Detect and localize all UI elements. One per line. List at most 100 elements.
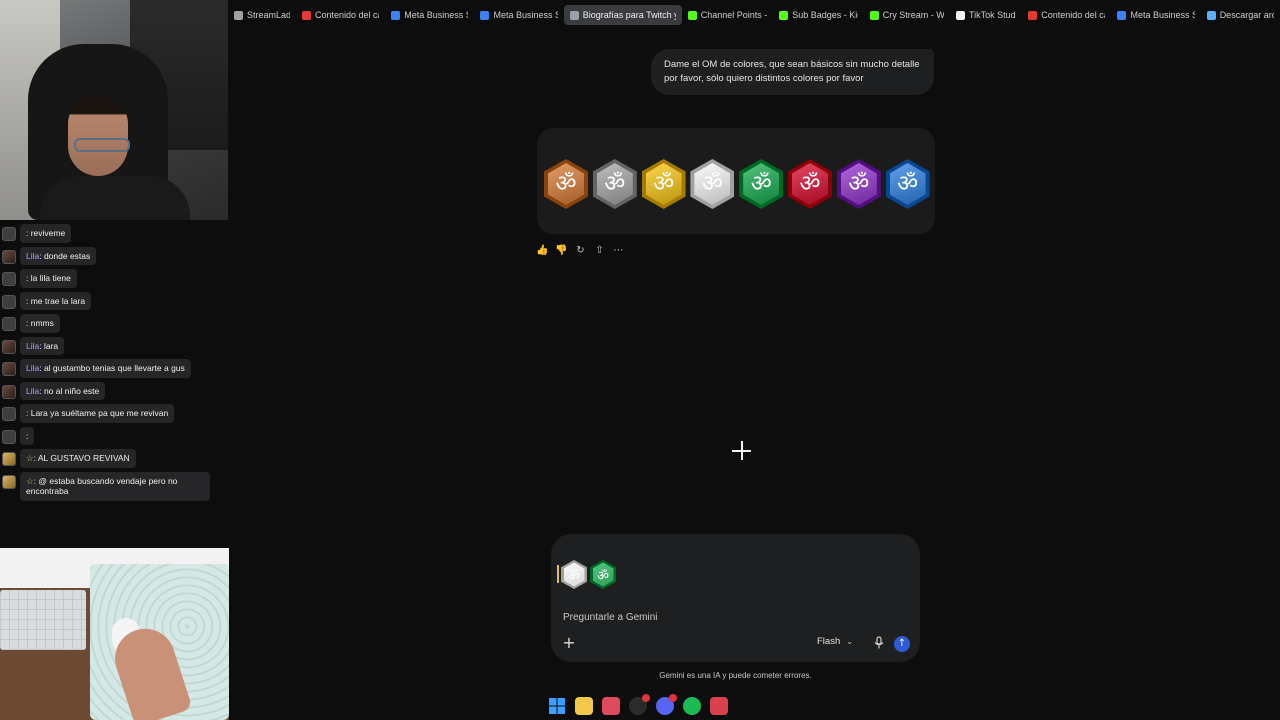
prompt-composer: + Flash ⌄ ↑ ॐॐ bbox=[551, 534, 920, 662]
spotify-icon[interactable] bbox=[683, 697, 701, 715]
chat-text: : no al niño este bbox=[39, 385, 100, 396]
more-options-icon[interactable]: ⋯ bbox=[612, 244, 625, 257]
thumbs-up-icon[interactable]: 👍 bbox=[536, 244, 549, 257]
bookmark-item[interactable]: Biografías para Twitch y K bbox=[563, 5, 682, 25]
response-actions: 👍 👎 ↻ ⇧ ⋯ bbox=[536, 244, 625, 257]
meta-icon bbox=[480, 10, 490, 20]
bookmark-label: Meta Business Su bbox=[404, 10, 468, 20]
crosshair-cursor-icon bbox=[732, 441, 751, 460]
chat-message-bubble: : la lila tiene bbox=[20, 269, 77, 288]
chat-avatar bbox=[2, 429, 16, 444]
chat-username: Lila bbox=[26, 363, 40, 373]
chat-message-bubble: : Lara ya suéltame pa que me revivan bbox=[20, 404, 175, 423]
om-orange-icon[interactable]: ॐ bbox=[544, 159, 588, 209]
bookmark-label: Channel Points - K bbox=[700, 10, 768, 20]
opera-icon[interactable] bbox=[710, 697, 728, 715]
chat-username: Lila bbox=[26, 340, 40, 351]
chat-avatar bbox=[2, 339, 16, 354]
om-image-response[interactable]: ॐॐॐॐॐॐॐॐ bbox=[537, 128, 935, 234]
chat-message: : nmms bbox=[2, 314, 60, 333]
prompt-input[interactable] bbox=[563, 609, 903, 625]
om-glyph: ॐ bbox=[792, 163, 828, 205]
om-blue-icon[interactable]: ॐ bbox=[885, 159, 930, 209]
om-purple-icon[interactable]: ॐ bbox=[836, 159, 881, 209]
chat-message: ☆: @ estaba buscando vendaje pero no enc… bbox=[2, 471, 210, 501]
chat-message-bubble: Lila: al gustambo tenias que llevarte a … bbox=[20, 359, 191, 378]
chat-message-bubble: ☆: AL GUSTAVO REVIVAN bbox=[20, 449, 136, 468]
bookmark-label: Contenido del can bbox=[1041, 10, 1105, 20]
add-attachment-button[interactable]: + bbox=[561, 635, 577, 651]
om-gray-icon[interactable]: ॐ bbox=[592, 159, 637, 209]
bookmark-item[interactable]: TikTok Studio bbox=[950, 5, 1022, 25]
bookmark-item[interactable]: Channel Points - K bbox=[682, 5, 774, 25]
chat-text: : reviveme bbox=[26, 228, 66, 238]
streamer-webcam bbox=[0, 0, 228, 220]
thumbs-down-icon[interactable]: 👎 bbox=[555, 244, 568, 257]
chat-avatar bbox=[2, 407, 16, 421]
om-white-icon[interactable]: ॐ bbox=[690, 159, 735, 209]
keyboard bbox=[0, 590, 86, 650]
meta-icon bbox=[1117, 10, 1127, 20]
disclaimer: Gemini es una IA y puede cometer errores… bbox=[659, 671, 812, 680]
chat-message: : bbox=[2, 426, 35, 445]
model-selector[interactable]: Flash ⌄ bbox=[817, 636, 853, 647]
bookmark-item[interactable]: Contenido del can bbox=[296, 5, 385, 25]
taskbar bbox=[548, 694, 728, 717]
send-button[interactable]: ↑ bbox=[894, 636, 910, 652]
chat-message: : reviveme bbox=[2, 224, 72, 243]
om-yellow-icon[interactable]: ॐ bbox=[641, 159, 686, 209]
chat-text: : bbox=[26, 430, 29, 441]
bookmark-item[interactable]: Meta Business Su bbox=[474, 5, 563, 25]
tiktok-icon bbox=[955, 10, 965, 20]
file-explorer-icon[interactable] bbox=[575, 697, 593, 715]
bookmark-item[interactable]: Descargar arch bbox=[1201, 5, 1280, 25]
bookmark-label: Sub Badges - Kick bbox=[792, 10, 858, 20]
chat-message-bubble: Lila: donde estas bbox=[20, 246, 97, 265]
bookmark-label: StreamLadd bbox=[247, 10, 290, 20]
chat-username: ☆ bbox=[26, 475, 34, 486]
om-glyph: ॐ bbox=[694, 163, 731, 205]
chat-message: : me trae la lara bbox=[2, 291, 92, 310]
om-glyph: ॐ bbox=[563, 562, 585, 587]
chat-avatar bbox=[2, 249, 16, 264]
chat-text: : AL GUSTAVO REVIVAN bbox=[33, 453, 130, 463]
chat-avatar bbox=[2, 452, 16, 466]
attachment-thumbnail[interactable]: ॐ bbox=[561, 560, 587, 589]
microphone-icon[interactable] bbox=[873, 636, 885, 650]
bookmark-label: Biografías para Twitch y K bbox=[582, 10, 676, 20]
chat-message: Lila: lara bbox=[2, 336, 65, 355]
attachment-thumbnail[interactable]: ॐ bbox=[590, 560, 616, 589]
bio-icon bbox=[569, 10, 579, 20]
bookmark-item[interactable]: Meta Business Su bbox=[1111, 5, 1200, 25]
chat-text: : la lila tiene bbox=[26, 273, 71, 283]
chevron-down-icon: ⌄ bbox=[846, 637, 853, 646]
discord-icon[interactable] bbox=[656, 694, 677, 715]
kick-icon bbox=[687, 10, 697, 20]
chat-message-bubble: Lila: lara bbox=[20, 336, 65, 355]
om-glyph: ॐ bbox=[592, 562, 614, 587]
streamer-shirt bbox=[40, 176, 190, 220]
app-red-icon[interactable] bbox=[602, 697, 620, 715]
chat-text: : me trae la lara bbox=[26, 295, 86, 306]
text-caret bbox=[557, 565, 559, 583]
windows-start-icon[interactable] bbox=[548, 697, 566, 715]
kick-icon bbox=[779, 10, 789, 20]
bookmark-label: TikTok Studio bbox=[968, 10, 1016, 20]
om-red-icon[interactable]: ॐ bbox=[788, 159, 832, 209]
bookmark-item[interactable]: Meta Business Su bbox=[385, 5, 474, 25]
desk-camera bbox=[0, 548, 229, 720]
bookmark-item[interactable]: Contenido del can bbox=[1022, 5, 1111, 25]
regenerate-icon[interactable]: ↻ bbox=[574, 244, 587, 257]
bookmark-label: Contenido del can bbox=[315, 10, 379, 20]
kick-icon bbox=[869, 10, 879, 20]
bookmark-item[interactable]: StreamLadd bbox=[228, 5, 296, 25]
stream-chat-overlay: : reviveme Lila: donde estas : la lila tie… bbox=[0, 224, 228, 505]
obs-icon[interactable] bbox=[629, 694, 650, 715]
bookmark-item[interactable]: Cry Stream - Wat bbox=[864, 5, 950, 25]
bookmark-item[interactable]: Sub Badges - Kick bbox=[773, 5, 864, 25]
chat-message: ☆: AL GUSTAVO REVIVAN bbox=[2, 449, 136, 468]
chat-text: : @ estaba buscando vendaje pero no enco… bbox=[26, 475, 178, 497]
om-green-icon[interactable]: ॐ bbox=[739, 159, 784, 209]
share-icon[interactable]: ⇧ bbox=[593, 244, 606, 257]
chat-message-bubble: : bbox=[20, 426, 35, 445]
